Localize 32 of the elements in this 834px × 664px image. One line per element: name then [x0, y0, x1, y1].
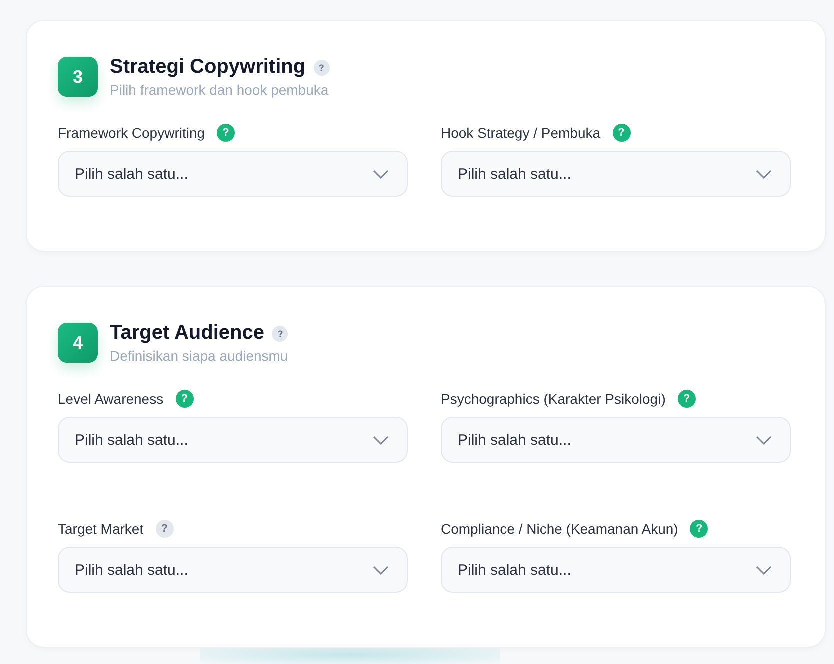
field-label: Psychographics (Karakter Psikologi): [441, 391, 666, 407]
dropdown-select[interactable]: Pilih salah satu...: [58, 151, 408, 197]
help-icon[interactable]: ?: [678, 390, 696, 408]
dropdown-select[interactable]: Pilih salah satu...: [441, 151, 791, 197]
field-label: Framework Copywriting: [58, 125, 206, 141]
step-number: 3: [58, 57, 98, 97]
dropdown-select[interactable]: Pilih salah satu...: [441, 547, 791, 593]
dropdown-select[interactable]: Pilih salah satu...: [441, 417, 791, 463]
field-label: Hook Strategy / Pembuka: [441, 125, 601, 141]
dropdown-select[interactable]: Pilih salah satu...: [58, 417, 408, 463]
section-title: Target Audience: [110, 322, 264, 345]
chevron-down-icon: [756, 170, 772, 178]
chevron-down-icon: [373, 436, 389, 444]
chevron-down-icon: [756, 566, 772, 574]
step-number: 4: [58, 323, 98, 363]
chevron-down-icon: [373, 170, 389, 178]
chevron-down-icon: [756, 436, 772, 444]
section-title: Strategi Copywriting: [110, 56, 306, 79]
field-label: Compliance / Niche (Keamanan Akun): [441, 521, 678, 537]
field-label: Target Market: [58, 521, 144, 537]
help-icon[interactable]: ?: [612, 124, 631, 142]
help-icon[interactable]: ?: [272, 326, 288, 342]
help-icon[interactable]: ?: [217, 124, 236, 142]
section-subtitle: Definisikan siapa audiensmu: [110, 348, 288, 364]
help-icon[interactable]: ?: [314, 60, 330, 76]
chevron-down-icon: [373, 566, 389, 574]
field-label: Level Awareness: [58, 391, 164, 407]
dropdown-select[interactable]: Pilih salah satu...: [58, 547, 408, 593]
help-icon[interactable]: ?: [156, 520, 174, 538]
help-icon[interactable]: ?: [176, 390, 194, 408]
help-icon[interactable]: ?: [690, 520, 708, 538]
section-subtitle: Pilih framework dan hook pembuka: [110, 82, 330, 98]
